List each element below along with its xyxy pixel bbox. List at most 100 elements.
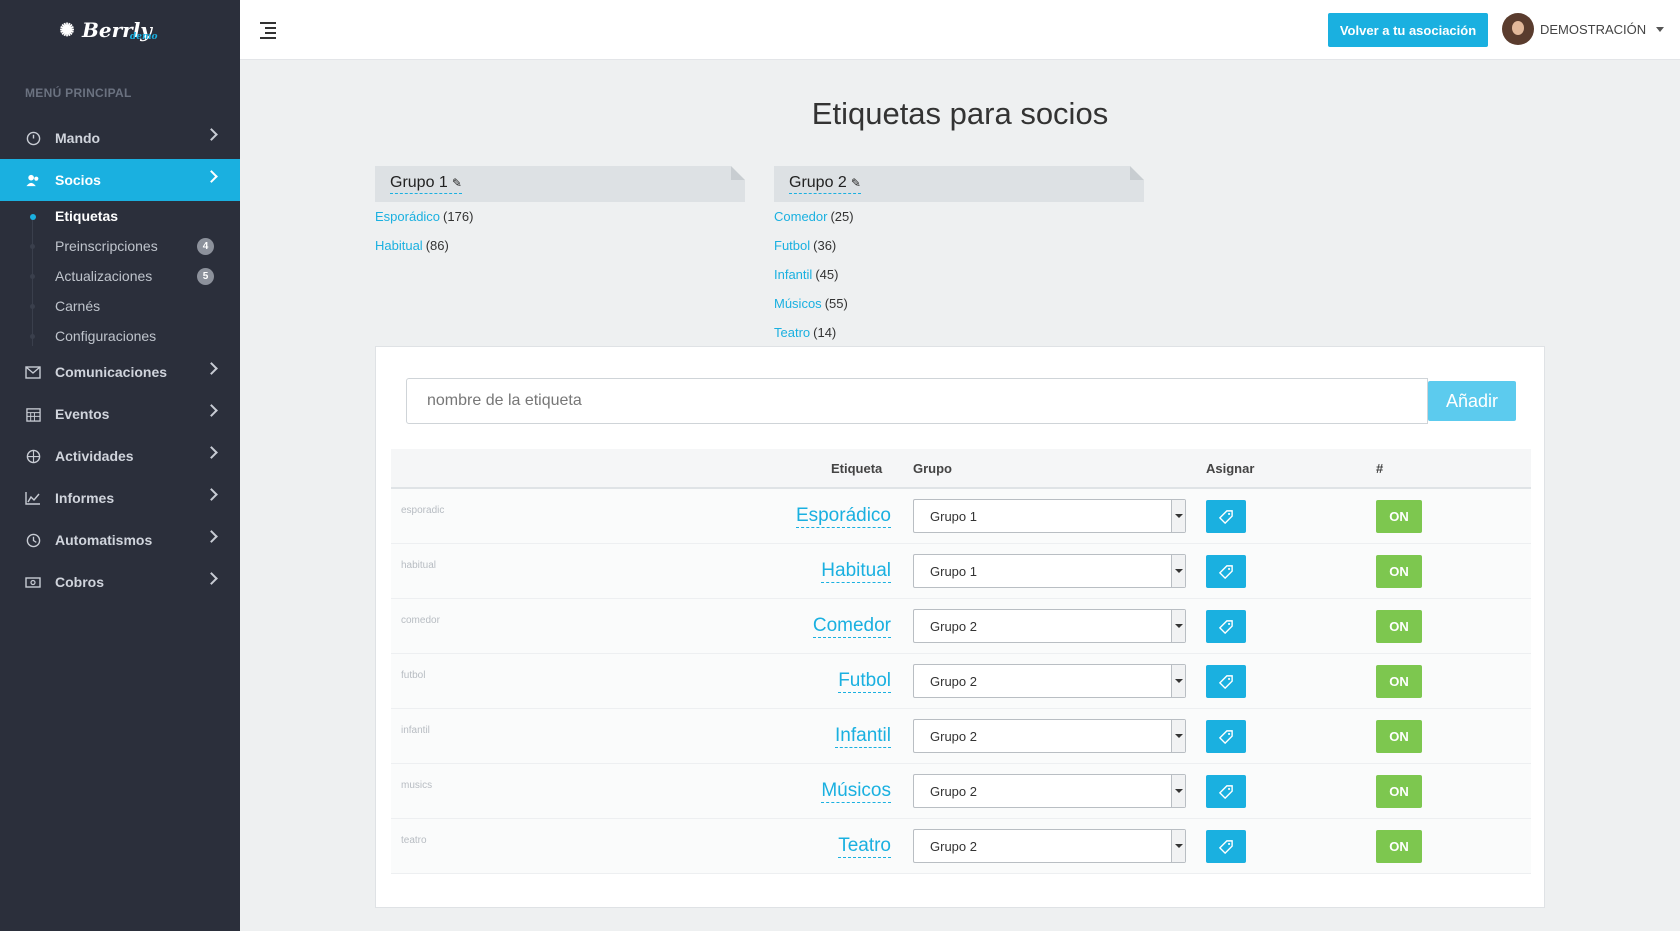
page-title: Etiquetas para socios xyxy=(811,96,1109,131)
tag-name-editable[interactable]: Futbol xyxy=(838,670,891,693)
chevron-down-icon xyxy=(1171,830,1185,862)
tag-link[interactable]: Futbol xyxy=(774,238,810,253)
brand-logo[interactable]: ✺ Berrly demo xyxy=(0,0,240,60)
sidebar-item-label: Cobros xyxy=(55,574,104,590)
assign-tag-button[interactable] xyxy=(1206,830,1246,863)
sidebar-item-socios[interactable]: Socios xyxy=(0,159,240,201)
bullet-icon xyxy=(30,244,35,249)
tag-link[interactable]: Esporádico xyxy=(375,209,440,224)
group-select[interactable]: Grupo 2 xyxy=(913,829,1186,863)
assign-tag-button[interactable] xyxy=(1206,665,1246,698)
status-toggle[interactable]: ON xyxy=(1376,500,1422,533)
group-name: Grupo 2 xyxy=(789,174,847,191)
list-item: Esporádico (176) xyxy=(375,202,745,231)
sidebar-item-comunicaciones[interactable]: Comunicaciones xyxy=(0,351,240,393)
tag-name-editable[interactable]: Esporádico xyxy=(795,505,891,528)
status-toggle[interactable]: ON xyxy=(1376,775,1422,808)
sidebar-item-mando[interactable]: Mando xyxy=(0,117,240,159)
sidebar-subitem-etiquetas[interactable]: Etiquetas xyxy=(0,201,240,231)
tag-link[interactable]: Infantil xyxy=(774,267,812,282)
money-icon xyxy=(25,574,41,590)
menu-toggle-icon[interactable] xyxy=(260,22,276,39)
tag-link[interactable]: Músicos xyxy=(774,296,822,311)
table-row: infantil Infantil Grupo 2 ON xyxy=(391,709,1531,764)
status-toggle[interactable]: ON xyxy=(1376,610,1422,643)
group-select[interactable]: Grupo 2 xyxy=(913,774,1186,808)
group-select[interactable]: Grupo 2 xyxy=(913,609,1186,643)
table-row: esporadic Esporádico Grupo 1 ON xyxy=(391,489,1531,544)
tag-name-editable[interactable]: Habitual xyxy=(821,560,891,583)
sidebar-subitem-preinscripciones[interactable]: Preinscripciones 4 xyxy=(0,231,240,261)
tag-link[interactable]: Habitual xyxy=(375,238,423,253)
sidebar-item-label: Mando xyxy=(55,130,101,146)
list-item: Músicos (55) xyxy=(774,289,1144,318)
status-toggle[interactable]: ON xyxy=(1376,555,1422,588)
group-name-editable[interactable]: Grupo 1 ✎ xyxy=(390,174,462,194)
tag-slug: habitual xyxy=(401,560,437,571)
chevron-right-icon xyxy=(205,530,218,543)
tag-slug: esporadic xyxy=(401,505,445,516)
sidebar-item-label: Informes xyxy=(55,490,115,506)
chevron-right-icon xyxy=(205,404,218,417)
assign-tag-button[interactable] xyxy=(1206,775,1246,808)
calendar-icon xyxy=(25,406,41,422)
table-row: habitual Habitual Grupo 1 ON xyxy=(391,544,1531,599)
assign-tag-button[interactable] xyxy=(1206,610,1246,643)
status-toggle[interactable]: ON xyxy=(1376,830,1422,863)
folded-corner xyxy=(1130,166,1144,180)
sidebar-item-label: Actividades xyxy=(55,448,134,464)
sidebar-item-actividades[interactable]: Actividades xyxy=(0,435,240,477)
subitem-label: Carnés xyxy=(55,298,101,314)
table-header: Etiqueta Grupo Asignar # xyxy=(391,449,1531,489)
pencil-icon: ✎ xyxy=(850,176,861,190)
group-header: Grupo 2 ✎ xyxy=(774,166,1144,202)
tag-link[interactable]: Comedor xyxy=(774,209,827,224)
sidebar-subitem-carnes[interactable]: Carnés xyxy=(0,291,240,321)
tag-link[interactable]: Teatro xyxy=(774,325,810,340)
assign-tag-button[interactable] xyxy=(1206,720,1246,753)
clock-icon xyxy=(25,532,41,548)
group-select[interactable]: Grupo 2 xyxy=(913,719,1186,753)
assign-tag-button[interactable] xyxy=(1206,500,1246,533)
bee-logo-icon: ✺ xyxy=(59,19,75,41)
sidebar-item-label: Comunicaciones xyxy=(55,364,168,380)
sidebar-item-cobros[interactable]: Cobros xyxy=(0,561,240,603)
tag-icon xyxy=(1219,784,1233,799)
back-to-association-button[interactable]: Volver a tu asociación xyxy=(1328,13,1488,47)
tag-name-editable[interactable]: Músicos xyxy=(821,780,891,803)
add-tag-button[interactable]: Añadir xyxy=(1428,381,1516,421)
group-select[interactable]: Grupo 1 xyxy=(913,499,1186,533)
sidebar-subitem-actualizaciones[interactable]: Actualizaciones 5 xyxy=(0,261,240,291)
list-item: Infantil (45) xyxy=(774,260,1144,289)
assign-tag-button[interactable] xyxy=(1206,555,1246,588)
sidebar-item-automatismos[interactable]: Automatismos xyxy=(0,519,240,561)
tag-count: (25) xyxy=(830,209,854,224)
chevron-down-icon xyxy=(1171,720,1185,752)
group-select[interactable]: Grupo 2 xyxy=(913,664,1186,698)
list-item: Futbol (36) xyxy=(774,231,1144,260)
tag-name-editable[interactable]: Teatro xyxy=(838,835,891,858)
chevron-down-icon xyxy=(1171,555,1185,587)
status-toggle[interactable]: ON xyxy=(1376,720,1422,753)
chevron-down-icon xyxy=(1171,500,1185,532)
status-toggle[interactable]: ON xyxy=(1376,665,1422,698)
tag-name-editable[interactable]: Comedor xyxy=(812,615,891,638)
group-select[interactable]: Grupo 1 xyxy=(913,554,1186,588)
tag-name-editable[interactable]: Infantil xyxy=(835,725,891,748)
user-menu[interactable]: DEMOSTRACIÓN xyxy=(1502,13,1665,45)
column-header-hash: # xyxy=(1376,461,1384,476)
gauge-icon xyxy=(25,130,41,146)
group-name-editable[interactable]: Grupo 2 ✎ xyxy=(789,174,861,194)
subitem-label: Preinscripciones xyxy=(55,238,158,254)
sidebar-item-eventos[interactable]: Eventos xyxy=(0,393,240,435)
table-row: teatro Teatro Grupo 2 ON xyxy=(391,819,1531,874)
sidebar-item-informes[interactable]: Informes xyxy=(0,477,240,519)
subitem-label: Etiquetas xyxy=(55,208,119,224)
chevron-down-icon xyxy=(1171,775,1185,807)
tag-slug: infantil xyxy=(401,725,430,736)
sidebar-subitem-configuraciones[interactable]: Configuraciones xyxy=(0,321,240,351)
select-value: Grupo 2 xyxy=(930,729,977,744)
user-name: DEMOSTRACIÓN xyxy=(1540,21,1647,37)
avatar xyxy=(1502,13,1534,45)
tag-name-input[interactable] xyxy=(406,378,1428,424)
